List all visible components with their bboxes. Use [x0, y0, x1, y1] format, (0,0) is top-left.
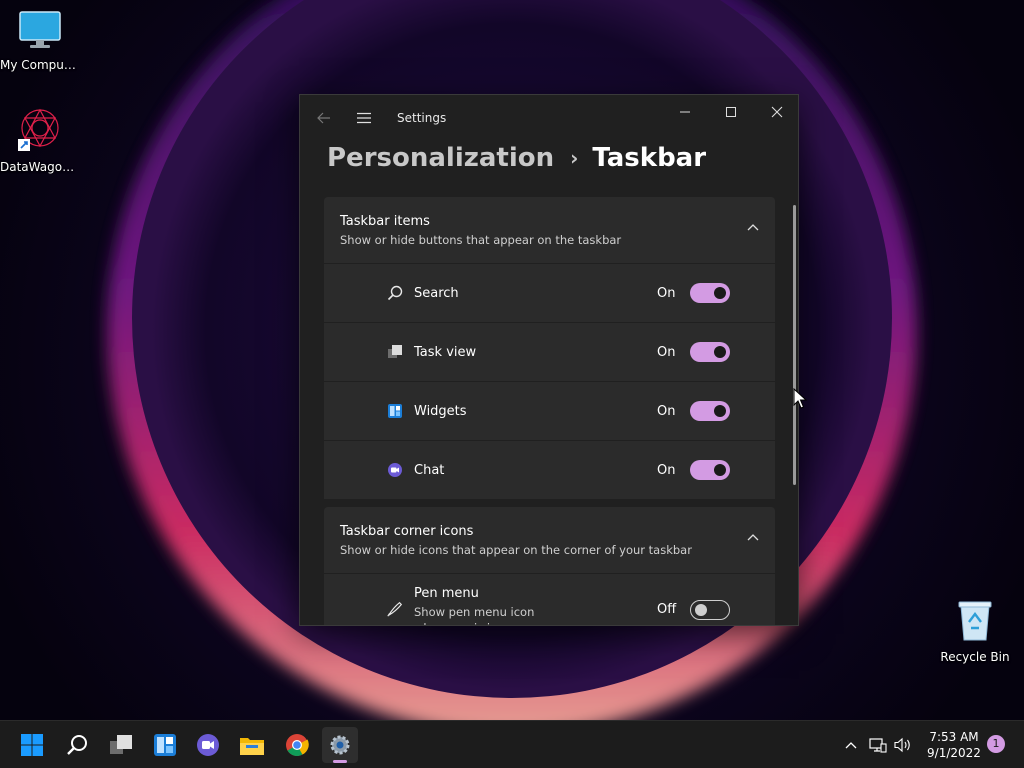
desktop-icon-label: My Computer — [0, 58, 80, 72]
back-button[interactable] — [310, 101, 338, 135]
desktop-icon-label: Recycle Bin — [940, 650, 1010, 664]
datawagon-logo-icon — [18, 108, 59, 151]
volume-button[interactable] — [892, 721, 914, 768]
search-icon — [67, 735, 87, 755]
setting-label: Widgets — [414, 403, 467, 419]
setting-label: Search — [414, 285, 459, 301]
breadcrumb-separator-icon: › — [570, 146, 579, 170]
toggle-state-label: On — [657, 462, 676, 478]
setting-row-widgets: Widgets On — [324, 382, 775, 440]
settings-window: Settings Personalization › Taskbar Taskb… — [299, 94, 799, 626]
toggle-state-label: On — [657, 403, 676, 419]
setting-row-pen-menu: Pen menu Show pen menu icon when pen is … — [324, 574, 775, 625]
chevron-up-icon — [747, 224, 759, 231]
taskbar-settings-button[interactable] — [322, 727, 358, 763]
title-bar: Settings — [300, 95, 798, 143]
setting-label: Task view — [414, 344, 477, 360]
chat-toggle[interactable] — [690, 460, 730, 480]
setting-row-task-view: Task view On — [324, 323, 775, 381]
search-icon — [386, 284, 404, 302]
task-view-icon — [386, 343, 404, 361]
start-button[interactable] — [14, 727, 50, 763]
nav-menu-button[interactable] — [350, 101, 378, 135]
window-title: Settings — [397, 111, 447, 125]
vertical-scrollbar[interactable] — [793, 205, 796, 485]
task-view-icon — [110, 735, 132, 754]
desktop-icon-my-computer[interactable]: My Computer — [0, 10, 80, 72]
widgets-toggle[interactable] — [690, 401, 730, 421]
minimize-button[interactable] — [662, 95, 708, 129]
toggle-state-label: Off — [657, 602, 677, 617]
taskbar-items-group-header[interactable]: Taskbar items Show or hide buttons that … — [324, 197, 775, 263]
breadcrumb: Personalization › Taskbar — [327, 143, 706, 173]
desktop-icon-recycle-bin[interactable]: Recycle Bin — [935, 598, 1015, 664]
toggle-state-label: On — [657, 285, 676, 301]
minimize-icon — [680, 111, 690, 113]
network-icon — [869, 738, 887, 753]
notification-badge[interactable]: 1 — [987, 735, 1005, 753]
close-button[interactable] — [754, 95, 798, 129]
monitor-icon — [19, 11, 61, 48]
chevron-up-icon — [845, 742, 857, 749]
search-toggle[interactable] — [690, 283, 730, 303]
chevron-up-icon — [747, 534, 759, 541]
desktop-icon-datawagon[interactable]: DataWagon... — [0, 106, 80, 174]
network-button[interactable] — [867, 721, 889, 768]
maximize-button[interactable] — [708, 95, 754, 129]
taskbar-file-explorer-button[interactable] — [234, 727, 270, 763]
breadcrumb-parent-link[interactable]: Personalization — [327, 143, 554, 173]
folder-icon — [240, 738, 264, 755]
taskbar: 7:53 AM 9/1/2022 — [0, 720, 1024, 768]
setting-label: Pen menu — [414, 586, 479, 601]
recycle-bin-icon — [958, 601, 992, 641]
chat-icon — [197, 734, 219, 756]
taskbar-task-view-button[interactable] — [103, 727, 139, 763]
hamburger-menu-icon — [357, 112, 371, 124]
close-icon — [771, 106, 783, 118]
taskbar-widgets-button[interactable] — [147, 727, 183, 763]
mouse-cursor-icon — [793, 388, 807, 409]
speaker-icon — [894, 737, 910, 753]
taskbar-chrome-button[interactable] — [279, 727, 315, 763]
task-view-toggle[interactable] — [690, 342, 730, 362]
taskbar-chat-button[interactable] — [190, 727, 226, 763]
group-subtitle: Show or hide buttons that appear on the … — [340, 233, 622, 247]
setting-label: Chat — [414, 462, 445, 478]
clock[interactable]: 7:53 AM 9/1/2022 — [920, 729, 988, 761]
chat-icon — [386, 461, 404, 479]
page-title: Taskbar — [592, 143, 707, 173]
pen-icon — [386, 600, 404, 618]
group-title: Taskbar corner icons — [340, 524, 474, 539]
taskbar-search-button[interactable] — [59, 727, 95, 763]
gear-icon — [330, 735, 350, 755]
widgets-icon — [386, 402, 404, 420]
toggle-state-label: On — [657, 344, 676, 360]
group-title: Taskbar items — [340, 214, 430, 229]
show-hidden-icons-button[interactable] — [840, 721, 862, 768]
setting-description: Show pen menu icon when pen is in use — [414, 605, 535, 625]
desktop-icon-label: DataWagon... — [0, 160, 80, 174]
windows-logo-icon — [21, 734, 43, 756]
clock-date: 9/1/2022 — [927, 746, 981, 760]
pen-menu-toggle[interactable] — [690, 600, 730, 620]
taskbar-corner-icons-group-header[interactable]: Taskbar corner icons Show or hide icons … — [324, 507, 775, 573]
settings-content: Taskbar items Show or hide buttons that … — [324, 197, 775, 625]
setting-row-search: Search On — [324, 264, 775, 322]
group-subtitle: Show or hide icons that appear on the co… — [340, 543, 692, 557]
setting-row-chat: Chat On — [324, 441, 775, 499]
back-arrow-icon — [317, 112, 330, 124]
maximize-icon — [726, 107, 736, 117]
chrome-icon — [286, 734, 309, 756]
widgets-icon — [154, 734, 176, 756]
clock-time: 7:53 AM — [929, 730, 979, 744]
